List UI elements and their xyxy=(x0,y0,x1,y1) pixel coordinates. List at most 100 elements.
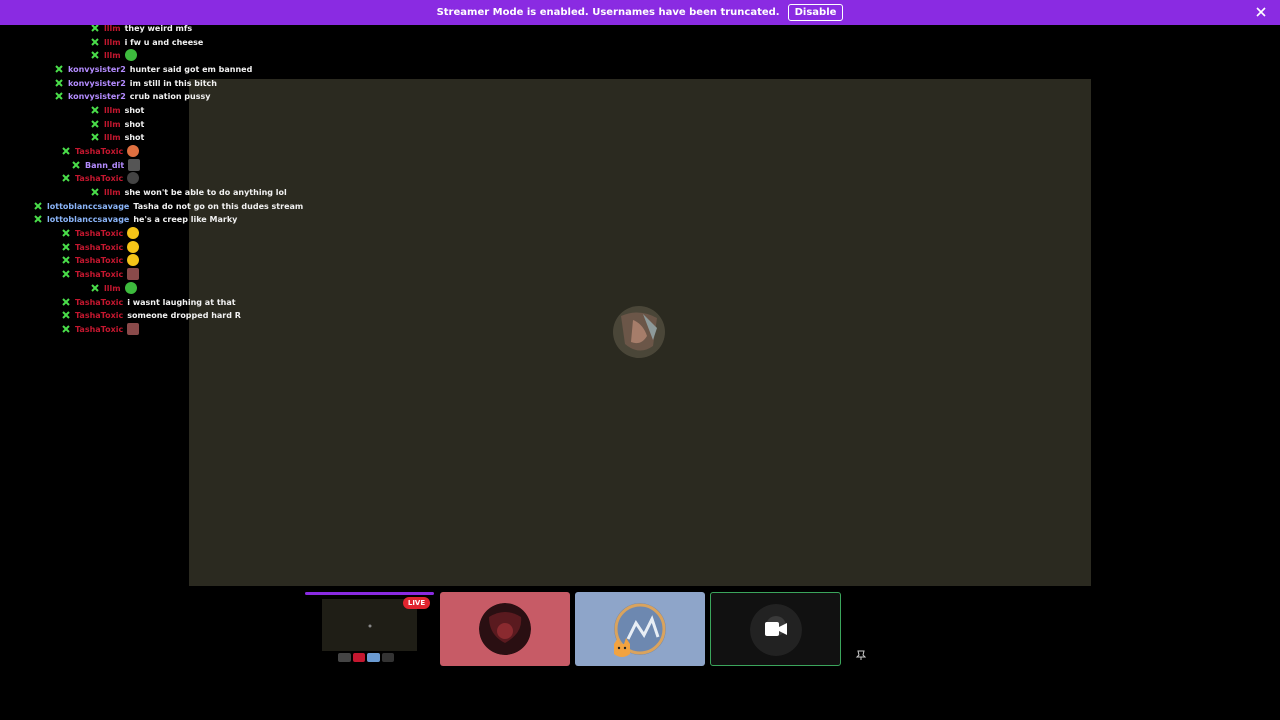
pin-icon[interactable] xyxy=(855,648,867,660)
chat-message: TashaToxic xyxy=(62,227,140,239)
chat-username[interactable]: TashaToxic xyxy=(75,325,123,334)
green-emote-icon xyxy=(124,49,137,61)
chat-text: shot xyxy=(124,132,145,142)
chat-text: crub nation pussy xyxy=(129,91,211,101)
cat-decoration-icon xyxy=(614,638,630,657)
chat-message: TashaToxic i wasnt laughing at that xyxy=(62,296,236,308)
chat-username[interactable]: lottoblanccsavage xyxy=(47,202,129,211)
moderator-badge-icon xyxy=(62,174,70,182)
chat-text: Tasha do not go on this dudes stream xyxy=(133,201,304,211)
moderator-badge-icon xyxy=(62,270,70,278)
moderator-badge-icon xyxy=(62,229,70,237)
chat-message: TashaToxic xyxy=(62,254,140,266)
chat-text: shot xyxy=(124,119,145,129)
moderator-badge-icon xyxy=(62,147,70,155)
photo-emote-icon xyxy=(127,323,140,335)
moderator-badge-icon xyxy=(62,298,70,306)
moderator-badge-icon xyxy=(91,188,99,196)
moderator-badge-icon xyxy=(72,161,80,169)
participant-avatar xyxy=(479,603,531,655)
chat-text: i fw u and cheese xyxy=(124,37,204,47)
chat-message: TashaToxic xyxy=(62,172,140,184)
moderator-badge-icon xyxy=(34,202,42,210)
photo-emote-icon xyxy=(128,159,141,171)
disable-streamer-mode-button[interactable]: Disable xyxy=(787,4,844,21)
chat-username[interactable]: TashaToxic xyxy=(75,243,123,252)
chat-username[interactable]: lllm xyxy=(104,188,121,197)
chat-message: TashaToxic xyxy=(62,145,140,157)
chat-text: hunter said got em banned xyxy=(129,64,253,74)
chat-username[interactable]: lllm xyxy=(104,38,121,47)
moderator-badge-icon xyxy=(55,65,63,73)
chat-message: lllm she won't be able to do anything lo… xyxy=(91,186,287,198)
moderator-badge-icon xyxy=(62,325,70,333)
chat-username[interactable]: TashaToxic xyxy=(75,298,123,307)
toolbar-icon xyxy=(352,653,365,662)
chat-username[interactable]: TashaToxic xyxy=(75,256,123,265)
chat-text: he's a creep like Marky xyxy=(133,214,238,224)
chat-message: TashaToxic xyxy=(62,241,140,253)
peach-emote-icon xyxy=(127,145,140,157)
chat-message: lllm xyxy=(91,282,137,294)
moderator-badge-icon xyxy=(34,215,42,223)
live-badge: LIVE xyxy=(403,597,430,609)
chat-username[interactable]: konvysister2 xyxy=(68,79,126,88)
chat-message: lllm shot xyxy=(91,131,144,143)
participant-tile[interactable] xyxy=(575,592,705,666)
streamer-mode-text: Streamer Mode is enabled. Usernames have… xyxy=(436,7,780,18)
chat-username[interactable]: TashaToxic xyxy=(75,311,123,320)
moderator-badge-icon xyxy=(91,284,99,292)
chat-message: TashaToxic xyxy=(62,268,140,280)
moderator-badge-icon xyxy=(55,92,63,100)
toolbar-icon xyxy=(367,653,380,662)
chat-username[interactable]: TashaToxic xyxy=(75,229,123,238)
close-icon[interactable] xyxy=(1254,5,1268,19)
chat-message: lottoblanccsavage Tasha do not go on thi… xyxy=(34,200,303,212)
camera-icon xyxy=(765,622,787,636)
chat-message: lllm i fw u and cheese xyxy=(91,36,203,48)
spider-emote-icon xyxy=(127,172,140,184)
chat-username[interactable]: lllm xyxy=(104,106,121,115)
toolbar-icon xyxy=(338,653,351,662)
chat-text: im still in this bitch xyxy=(129,78,217,88)
stream-preview-toolbar xyxy=(338,653,394,662)
photo-emote-icon xyxy=(127,268,140,280)
moderator-badge-icon xyxy=(91,133,99,141)
stream-preview-tile[interactable] xyxy=(322,599,417,651)
chat-username[interactable]: lllm xyxy=(104,133,121,142)
chat-username[interactable]: konvysister2 xyxy=(68,65,126,74)
chat-message: Bann_dit xyxy=(72,159,141,171)
moderator-badge-icon xyxy=(62,256,70,264)
chat-username[interactable]: TashaToxic xyxy=(75,270,123,279)
chat-username[interactable]: konvysister2 xyxy=(68,92,126,101)
streamer-mode-banner: Streamer Mode is enabled. Usernames have… xyxy=(0,0,1280,25)
chat-message: TashaToxic someone dropped hard R xyxy=(62,309,241,321)
chat-username[interactable]: lllm xyxy=(104,120,121,129)
chat-text: someone dropped hard R xyxy=(127,310,241,320)
yellow-emote-icon xyxy=(127,254,140,266)
moderator-badge-icon xyxy=(91,106,99,114)
moderator-badge-icon xyxy=(91,120,99,128)
participant-tile-active[interactable] xyxy=(710,592,841,666)
moderator-badge-icon xyxy=(55,79,63,87)
yellow-emote-icon xyxy=(127,241,140,253)
chat-text: i wasnt laughing at that xyxy=(127,297,236,307)
toolbar-icon xyxy=(381,653,394,662)
chat-username[interactable]: TashaToxic xyxy=(75,174,123,183)
chat-username[interactable]: TashaToxic xyxy=(75,147,123,156)
chat-username[interactable]: lllm xyxy=(104,51,121,60)
chat-message: lllm shot xyxy=(91,118,144,130)
main-video-stage[interactable] xyxy=(189,79,1091,586)
chat-username[interactable]: lllm xyxy=(104,284,121,293)
chat-username[interactable]: lottoblanccsavage xyxy=(47,215,129,224)
chat-text: she won't be able to do anything lol xyxy=(124,187,287,197)
moderator-badge-icon xyxy=(91,38,99,46)
yellow-emote-icon xyxy=(127,227,140,239)
speaker-avatar[interactable] xyxy=(613,306,665,358)
chat-message: konvysister2 hunter said got em banned xyxy=(55,63,252,75)
participant-tile[interactable] xyxy=(440,592,570,666)
moderator-badge-icon xyxy=(91,51,99,59)
chat-username[interactable]: Bann_dit xyxy=(85,161,124,170)
chat-message: konvysister2 im still in this bitch xyxy=(55,77,217,89)
live-indicator-bar xyxy=(305,592,434,595)
